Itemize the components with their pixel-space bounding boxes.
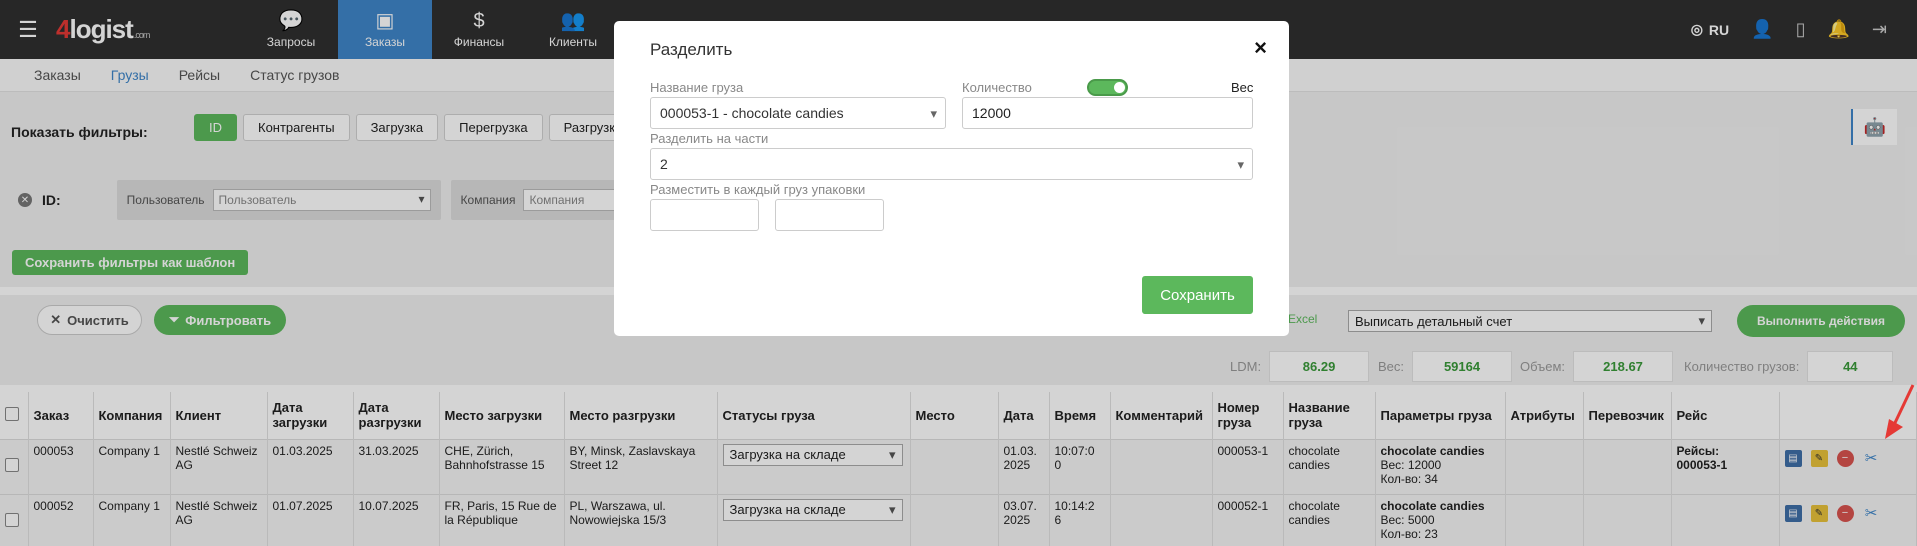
quantity-input[interactable]: 12000 <box>962 97 1253 129</box>
split-parts-select[interactable]: 2 <box>650 148 1253 180</box>
cargo-name-select[interactable]: 000053-1 - chocolate candies <box>650 97 946 129</box>
packs-input-2[interactable] <box>775 199 884 231</box>
split-cargo-modal: Разделить × Название груза 000053-1 - ch… <box>614 21 1289 336</box>
cargo-name-label: Название груза <box>650 80 744 95</box>
packs-per-cargo-label: Разместить в каждый груз упаковки <box>650 182 866 197</box>
weight-label: Вес <box>1231 80 1254 95</box>
close-icon[interactable]: × <box>1254 35 1267 61</box>
packs-input-1[interactable] <box>650 199 759 231</box>
save-button[interactable]: Сохранить <box>1142 276 1253 314</box>
quantity-label: Количество <box>962 80 1032 95</box>
split-parts-label: Разделить на части <box>650 131 769 146</box>
red-arrow-icon <box>1885 384 1915 439</box>
modal-title: Разделить <box>650 40 733 59</box>
quantity-weight-toggle[interactable] <box>1087 79 1128 96</box>
